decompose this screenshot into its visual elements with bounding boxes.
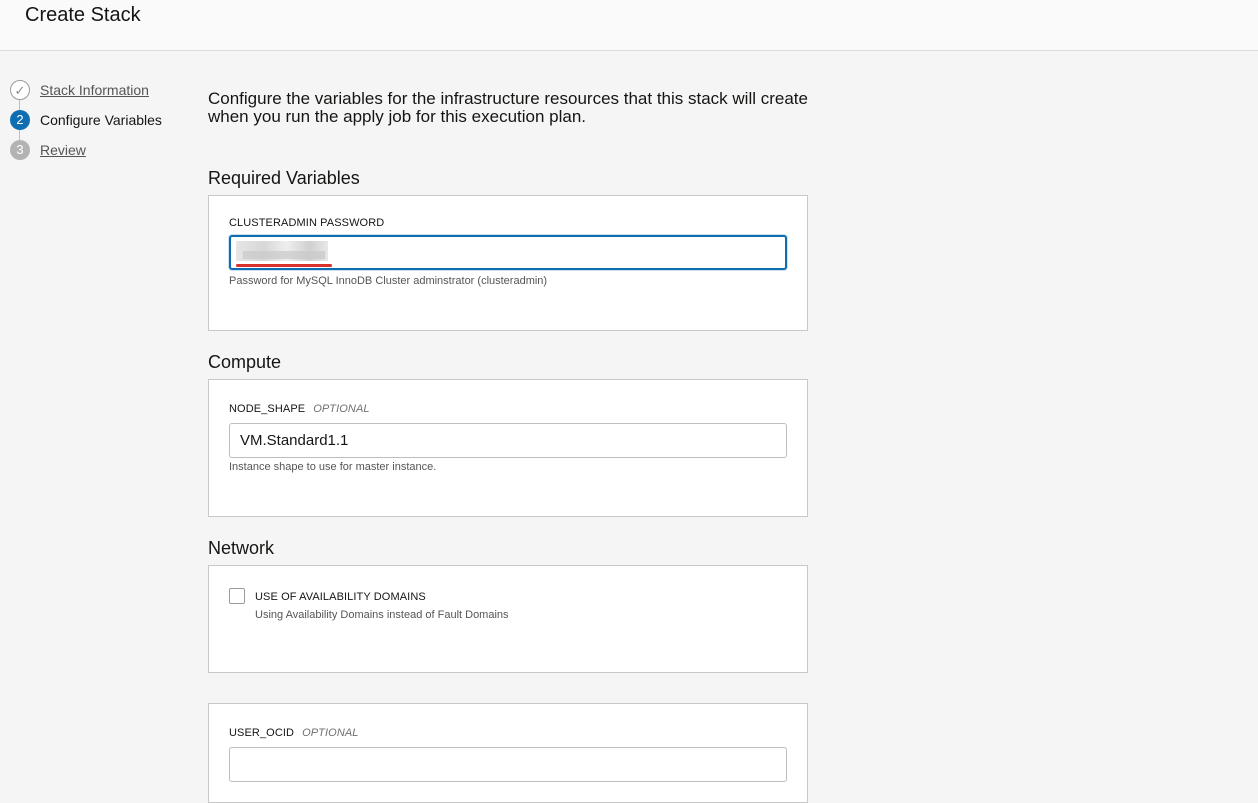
field-hint: Password for MySQL InnoDB Cluster admins…: [229, 275, 548, 287]
user-panel: USER_OCID OPTIONAL: [208, 703, 808, 803]
network-panel: USE OF AVAILABILITY DOMAINS Using Availa…: [208, 565, 808, 673]
step-connector: [19, 100, 20, 110]
step-label[interactable]: Stack Information: [40, 82, 149, 98]
field-hint: Using Availability Domains instead of Fa…: [255, 609, 509, 621]
step-configure-variables: 2 Configure Variables: [10, 110, 190, 130]
page-header: Create Stack: [0, 0, 1258, 51]
page-title: Create Stack: [25, 4, 141, 26]
step-review[interactable]: 3 Review: [10, 140, 190, 160]
step-label: Configure Variables: [40, 112, 162, 128]
masked-password-detail: [243, 251, 325, 259]
field-label: CLUSTERADMIN PASSWORD: [229, 217, 384, 229]
section-title-compute: Compute: [208, 352, 282, 372]
step-number: 2: [10, 110, 30, 130]
optional-tag: OPTIONAL: [302, 727, 359, 739]
section-title-required: Required Variables: [208, 168, 360, 188]
node-shape-label: NODE_SHAPE: [229, 403, 306, 415]
step-number: 3: [10, 140, 30, 160]
clusteradmin-password-label: CLUSTERADMIN PASSWORD: [229, 217, 385, 229]
field-label: USER_OCID OPTIONAL: [229, 727, 359, 739]
optional-tag: OPTIONAL: [313, 403, 370, 415]
clusteradmin-password-input[interactable]: [229, 235, 787, 270]
step-stack-information[interactable]: ✓ Stack Information: [10, 80, 190, 100]
node-shape-input[interactable]: VM.Standard1.1: [229, 423, 787, 458]
required-variables-panel: CLUSTERADMIN PASSWORD Password for MySQL…: [208, 195, 808, 331]
availability-domains-label[interactable]: USE OF AVAILABILITY DOMAINS: [255, 591, 426, 603]
availability-domains-checkbox[interactable]: [229, 588, 245, 604]
field-hint: Instance shape to use for master instanc…: [229, 461, 437, 473]
field-label: NODE_SHAPE OPTIONAL: [229, 403, 370, 415]
step-label[interactable]: Review: [40, 142, 86, 158]
intro-text: Configure the variables for the infrastr…: [208, 89, 808, 126]
spellcheck-underline: [236, 264, 332, 267]
user-ocid-input[interactable]: [229, 747, 787, 782]
checkmark-icon: ✓: [10, 80, 30, 100]
compute-panel: NODE_SHAPE OPTIONAL VM.Standard1.1 Instan…: [208, 379, 808, 517]
user-ocid-label: USER_OCID: [229, 727, 295, 739]
section-title-network: Network: [208, 538, 275, 558]
step-connector: [19, 130, 20, 140]
